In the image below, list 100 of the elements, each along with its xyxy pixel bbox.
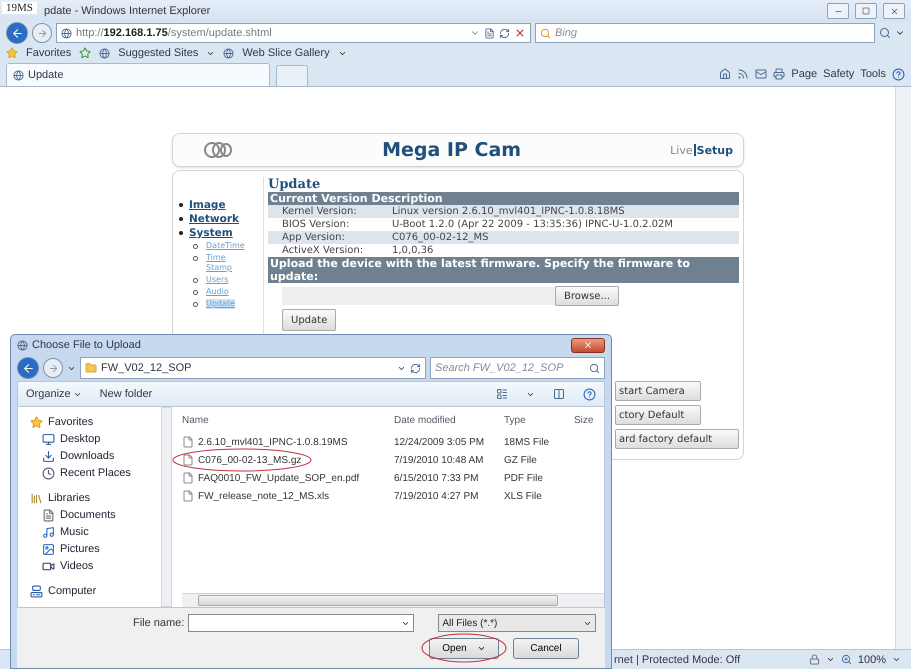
file-name-field[interactable] — [188, 614, 414, 632]
view-icon[interactable] — [496, 388, 508, 400]
setup-link[interactable]: Setup — [696, 144, 733, 156]
minimize-button[interactable] — [827, 3, 849, 19]
nav-item[interactable]: Libraries — [30, 491, 162, 505]
version-value: U-Boot 1.2.0 (Apr 22 2009 - 13:35:36) IPNC-U-1.0.2.02M — [392, 218, 674, 231]
nav-item[interactable]: Favorites — [30, 415, 162, 429]
dialog-title: Choose File to Upload — [32, 339, 141, 351]
file-type: GZ File — [504, 454, 538, 466]
close-button[interactable] — [883, 3, 905, 19]
version-label: ActiveX Version: — [282, 244, 364, 257]
breadcrumb[interactable]: FW_V02_12_SOP — [101, 362, 192, 374]
version-value: 1,0,0,36 — [392, 244, 434, 257]
version-label: BIOS Version: — [282, 218, 350, 231]
nav-item[interactable]: Computer — [30, 584, 162, 598]
page-icon — [61, 28, 72, 38]
nav-item[interactable]: Recent Places — [42, 466, 162, 480]
file-path-field[interactable] — [282, 287, 556, 305]
help-icon[interactable] — [583, 388, 596, 400]
status-text: rnet | Protected Mode: Off — [614, 654, 740, 666]
library-icon — [30, 492, 43, 504]
lock-icon[interactable] — [808, 654, 820, 665]
nav-item[interactable]: Documents — [42, 508, 162, 522]
maximize-button[interactable] — [855, 3, 877, 19]
page-icon — [17, 340, 28, 350]
file-date: 7/19/2010 4:27 PM — [394, 490, 480, 502]
favorites-link[interactable]: Web Slice Gallery — [242, 47, 330, 59]
document-icon — [42, 508, 55, 522]
maximize-icon — [862, 7, 870, 15]
action-button[interactable]: ard factory default — [615, 429, 739, 449]
help-icon[interactable] — [892, 68, 905, 80]
open-button[interactable]: Open — [429, 638, 499, 659]
compatibility-icon[interactable] — [484, 28, 495, 38]
forward-arrow-icon — [36, 28, 48, 38]
monitor-icon — [42, 432, 55, 446]
command-menu[interactable]: Page — [791, 68, 818, 80]
search-icon[interactable] — [589, 362, 600, 374]
file-date: 7/19/2010 10:48 AM — [394, 454, 485, 466]
scrollbar[interactable] — [182, 593, 604, 607]
command-menu[interactable]: Tools — [860, 68, 886, 80]
scrollbar[interactable] — [895, 87, 911, 649]
nav-item[interactable]: Videos — [42, 559, 162, 573]
file-name[interactable]: FAQ0010_FW_Update_SOP_en.pdf — [182, 472, 394, 484]
new-folder-button[interactable]: New folder — [100, 388, 152, 400]
home-icon[interactable] — [719, 68, 732, 80]
nav-item[interactable]: Music — [42, 525, 162, 539]
preview-pane-icon[interactable] — [553, 388, 565, 400]
search-icon[interactable] — [879, 27, 891, 39]
file-type-dropdown[interactable]: All Files (*.*) — [438, 614, 596, 632]
print-icon[interactable] — [773, 68, 786, 80]
file-name[interactable]: FW_release_note_12_MS.xls — [182, 490, 394, 502]
organize-menu[interactable]: Organize — [26, 388, 82, 400]
caret-icon[interactable] — [826, 655, 835, 664]
file-icon — [182, 490, 194, 502]
file-icon — [182, 436, 194, 448]
nav-link[interactable]: Image — [179, 199, 263, 211]
zoom-level[interactable]: 100% — [858, 654, 886, 666]
scrollbar[interactable] — [161, 407, 172, 607]
caret-icon[interactable] — [892, 655, 901, 664]
nav-link[interactable]: System — [179, 227, 263, 239]
column-header[interactable]: Date modified — [394, 414, 504, 426]
browser-tab[interactable]: Update — [6, 63, 270, 86]
update-button[interactable]: Update — [282, 309, 336, 331]
version-label: App Version: — [282, 231, 346, 244]
close-icon — [890, 6, 898, 16]
download-icon — [42, 450, 55, 462]
cancel-button[interactable]: Cancel — [513, 638, 579, 659]
forward-button[interactable] — [32, 23, 52, 43]
action-button[interactable]: ctory Default — [615, 405, 701, 425]
back-button[interactable] — [6, 22, 28, 44]
file-name[interactable]: C076_00-02-13_MS.gz — [182, 454, 394, 466]
action-button[interactable]: start Camera — [615, 381, 701, 401]
annotation-label: 19MS — [2, 2, 37, 14]
back-button[interactable] — [17, 357, 39, 379]
folder-icon — [85, 362, 97, 374]
computer-icon — [30, 584, 43, 598]
refresh-icon[interactable] — [499, 28, 510, 38]
nav-item[interactable]: Pictures — [42, 542, 162, 556]
version-value: C076_00-02-12_MS — [392, 231, 490, 244]
close-button[interactable] — [571, 338, 605, 352]
file-name[interactable]: 2.6.10_mvl401_IPNC-1.0.8.19MS — [182, 436, 394, 448]
section-header: Upload the device with the latest firmware. Specify the firmware to update: — [268, 257, 739, 283]
feed-icon[interactable] — [737, 68, 750, 80]
nav-item[interactable]: Downloads — [42, 449, 162, 463]
favorites-button[interactable]: Favorites — [26, 47, 72, 59]
file-icon — [182, 472, 194, 484]
stop-icon[interactable] — [514, 27, 526, 39]
add-favorite-icon[interactable] — [79, 47, 92, 59]
page-icon — [223, 48, 234, 58]
favorites-link[interactable]: Suggested Sites — [118, 47, 198, 59]
mail-icon[interactable] — [755, 68, 768, 80]
refresh-icon[interactable] — [410, 362, 421, 374]
column-header[interactable]: Name — [182, 414, 394, 426]
column-header[interactable]: Type — [504, 414, 574, 426]
command-menu[interactable]: Safety — [823, 68, 854, 80]
column-header[interactable]: Size — [574, 414, 604, 426]
nav-link[interactable]: Network — [179, 213, 263, 225]
browse-button[interactable]: Browse... — [555, 286, 619, 306]
nav-item[interactable]: Desktop — [42, 432, 162, 446]
zoom-icon[interactable] — [840, 654, 852, 665]
